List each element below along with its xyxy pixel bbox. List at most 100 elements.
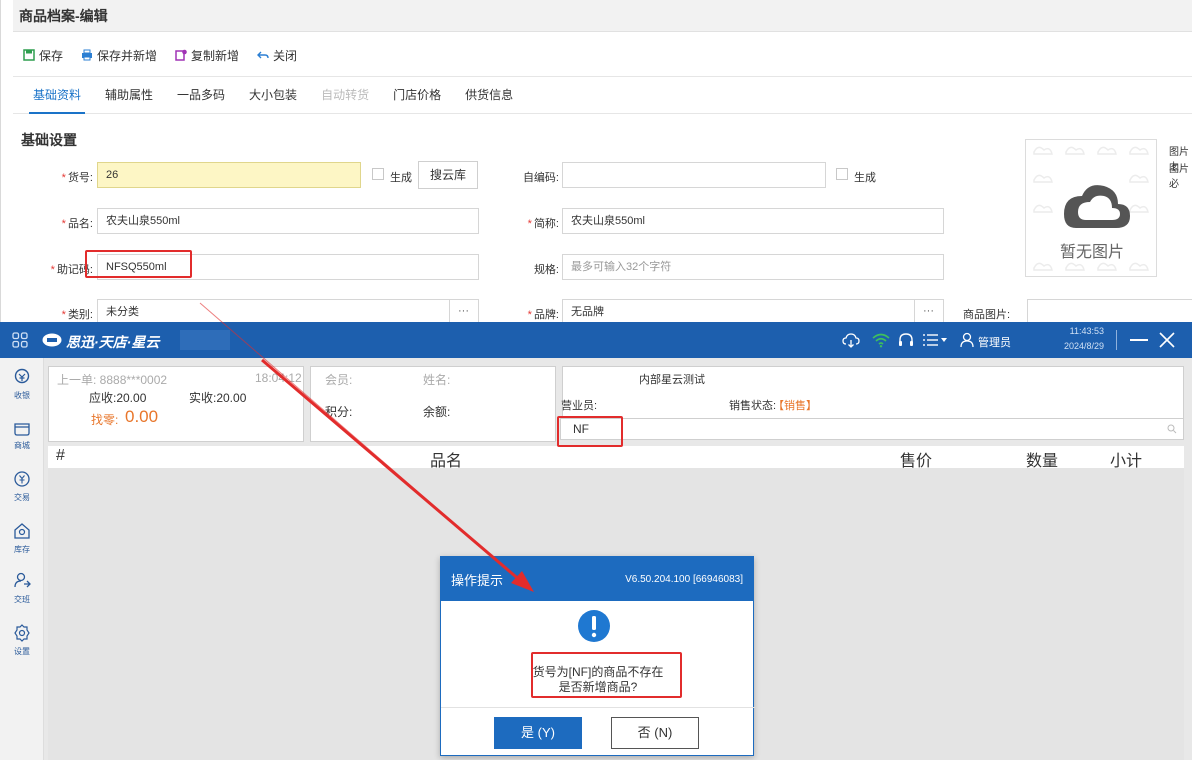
user-icon[interactable] — [960, 332, 976, 348]
sale-status-label: 销售状态: — [729, 400, 777, 412]
store-pane: 内部星云测试 营业员: 销售状态: 【销售】 — [561, 366, 1184, 418]
brand-logo-icon — [42, 333, 62, 347]
yes-button[interactable]: 是 (Y) — [494, 717, 582, 749]
sidebar-label: 商城 — [14, 441, 30, 450]
item-no-input[interactable]: 26 — [97, 162, 361, 188]
sidebar-item-settings[interactable]: 设置 — [0, 624, 44, 657]
product-image-label: 商品图片: — [963, 309, 1011, 321]
tab-bar: 基础资料 辅助属性 一品多码 大小包装 自动转货 门店价格 供货信息 — [13, 76, 1192, 114]
sidebar-label: 设置 — [14, 647, 30, 656]
tab-basic-info[interactable]: 基础资料 — [21, 77, 93, 114]
tab-auto-transfer: 自动转货 — [321, 88, 370, 102]
sidebar-label: 库存 — [14, 545, 30, 554]
stock-icon — [14, 523, 30, 539]
self-code-label: 自编码: — [522, 172, 559, 184]
sidebar-item-cashier[interactable]: 收银 — [0, 368, 44, 401]
product-image-input[interactable] — [1027, 299, 1192, 322]
generate-label-2: 生成 — [854, 172, 876, 184]
window-title: 商品档案-编辑 — [13, 0, 1192, 32]
name-input[interactable]: 农夫山泉550ml — [97, 208, 479, 234]
search-icon[interactable] — [1167, 424, 1177, 434]
copy-new-button[interactable]: 复制新增 — [175, 47, 239, 64]
apps-grid-icon[interactable] — [12, 332, 28, 348]
brand-picker-button[interactable]: ··· — [914, 300, 942, 322]
headset-icon[interactable] — [898, 332, 914, 348]
dialog-title: 操作提示 — [451, 572, 504, 588]
product-search-input[interactable]: NF — [560, 418, 1184, 440]
shift-icon — [14, 572, 31, 588]
sidebar-label: 收银 — [14, 391, 30, 400]
tab-store-price[interactable]: 门店价格 — [381, 77, 453, 113]
member-pane: 会员: 姓名: 积分: 余额: — [310, 366, 556, 442]
spec-label: 规格: — [533, 264, 559, 276]
toolbar: 保存 保存并新增 复制新增 关闭 — [13, 40, 297, 70]
category-input[interactable]: 未分类 — [97, 299, 479, 322]
close-button[interactable]: 关闭 — [257, 47, 297, 64]
menu-list-icon[interactable] — [922, 333, 948, 347]
receivable-text: 应收:20.00 — [89, 391, 147, 405]
sidebar-item-mall[interactable]: 商城 — [0, 418, 44, 451]
generate-checkbox[interactable] — [372, 168, 384, 180]
dialog-message-2: 是否新增商品? — [558, 680, 638, 694]
short-name-input[interactable]: 农夫山泉550ml — [562, 208, 944, 234]
save-label: 保存 — [39, 48, 64, 63]
name-label: * 品名: — [61, 218, 93, 230]
save-icon — [23, 49, 35, 61]
wifi-icon — [872, 333, 890, 348]
admin-label[interactable]: 管理员 — [978, 334, 1011, 350]
return-arrow-icon — [257, 51, 269, 59]
printer-icon — [82, 49, 93, 61]
dialog-divider — [441, 707, 755, 708]
sidebar-label: 交班 — [14, 595, 30, 604]
no-image-text: 暂无图片 — [1059, 244, 1124, 261]
cashier-icon — [14, 368, 30, 384]
save-and-new-button[interactable]: 保存并新增 — [81, 47, 157, 64]
section-title: 基础设置 — [21, 132, 77, 148]
dialog-version: V6.50.204.100 [66946083] — [625, 573, 743, 585]
last-order-pane: 上一单: 8888***0002 18:04:12 应收:20.00 实收:20… — [48, 366, 304, 442]
close-label: 关闭 — [273, 48, 298, 63]
member-name-label: 姓名: — [423, 373, 451, 387]
search-cloud-button[interactable]: 搜云库 — [418, 161, 478, 189]
tab-supply-info[interactable]: 供货信息 — [453, 77, 525, 113]
sidebar-label: 交易 — [14, 493, 30, 502]
points-label: 积分: — [325, 405, 353, 419]
copy-new-label: 复制新增 — [191, 48, 240, 63]
sidebar-item-shift[interactable]: 交班 — [0, 572, 44, 605]
sidebar-item-stock[interactable]: 库存 — [0, 522, 44, 555]
self-code-input[interactable] — [562, 162, 826, 188]
minimize-icon[interactable] — [1130, 339, 1148, 341]
image-placeholder[interactable]: 暂无图片 — [1025, 139, 1157, 277]
sidebar-item-trade[interactable]: 交易 — [0, 470, 44, 503]
alert-icon — [578, 610, 610, 642]
trade-icon — [14, 471, 30, 487]
clock-date: 2024/8/29 — [1063, 341, 1104, 351]
generate-checkbox-2[interactable] — [836, 168, 848, 180]
balance-label: 余额: — [423, 405, 451, 419]
brand-input[interactable]: 无品牌 — [562, 299, 944, 322]
tab-packaging[interactable]: 大小包装 — [237, 77, 309, 113]
settings-icon — [14, 624, 30, 642]
short-name-label: * 简称: — [527, 218, 559, 230]
no-button[interactable]: 否 (N) — [611, 717, 699, 749]
salesperson-label: 营业员: — [561, 400, 598, 412]
save-button[interactable]: 保存 — [23, 47, 63, 64]
tab-aux-attributes[interactable]: 辅助属性 — [93, 77, 165, 113]
mnemonic-input[interactable]: NFSQ550ml — [97, 254, 479, 280]
brand-name: 思迅·天店·星云 — [66, 334, 160, 350]
spec-input[interactable]: 最多可输入32个字符 — [562, 254, 944, 280]
grid-header: # 品名 售价 数量 小计 — [48, 446, 1184, 470]
cloud-sync-icon[interactable] — [842, 332, 860, 348]
pos-sidebar: 收银 商城 交易 库存 交班 设置 — [0, 358, 44, 760]
category-picker-button[interactable]: ··· — [449, 300, 477, 322]
search-value: NF — [573, 422, 589, 436]
image-note-2: 图片必 — [1169, 164, 1189, 190]
mnemonic-label: * 助记码: — [50, 264, 93, 276]
close-icon[interactable] — [1158, 331, 1176, 349]
item-no-label: * 货号: — [61, 172, 93, 184]
clock-time: 11:43:53 — [1069, 326, 1104, 336]
confirm-dialog: 操作提示 V6.50.204.100 [66946083] 货号为[NF]的商品… — [440, 556, 755, 756]
tab-multi-barcode[interactable]: 一品多码 — [165, 77, 237, 113]
pos-header: 思迅·天店·星云 管理员 11:43:53 2024/8/29 — [0, 322, 1192, 358]
change-label: 找零: — [91, 413, 119, 427]
